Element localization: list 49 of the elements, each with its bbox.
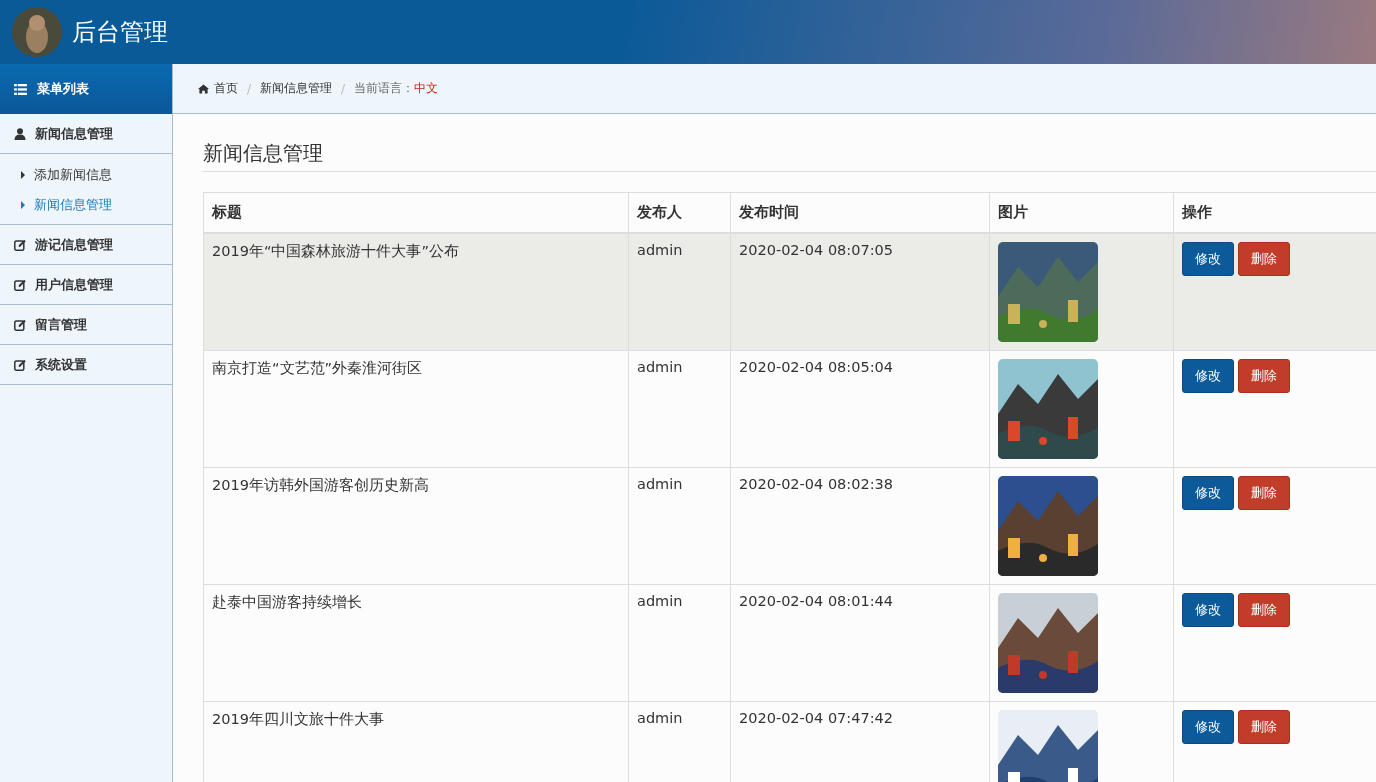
edit-button[interactable]: 修改 [1182,593,1234,627]
delete-button[interactable]: 删除 [1238,710,1290,744]
edit-button[interactable]: 修改 [1182,242,1234,276]
edit-icon [14,278,26,291]
table-cell: admin [628,233,731,351]
breadcrumb-separator: / [247,81,252,96]
table-cell: admin [628,584,731,702]
delete-button[interactable]: 删除 [1238,359,1290,393]
table-cell: 2020-02-04 08:02:38 [730,467,990,585]
app-title: 后台管理 [72,17,168,48]
table-cell: 2019年“中国森林旅游十件大事”公布 [203,233,629,351]
table-cell: 2020-02-04 08:07:05 [730,233,990,351]
breadcrumb-separator: / [341,81,346,96]
table-cell: admin [628,350,731,468]
edit-button[interactable]: 修改 [1182,710,1234,744]
language-value: 中文 [414,80,439,97]
edit-button[interactable]: 修改 [1182,359,1234,393]
breadcrumb-link[interactable]: 首页 [214,80,238,97]
page-title: 新闻信息管理 [203,140,1376,172]
menu-group[interactable]: 系统设置 [0,345,172,385]
table-cell: 2020-02-04 08:01:44 [730,584,990,702]
person-icon [14,127,26,140]
menu-group[interactable]: 游记信息管理 [0,225,172,265]
caret-icon [21,201,25,209]
caret-icon [21,171,25,179]
table-cell: 2019年访韩外国游客创历史新高 [203,467,629,585]
submenu-item[interactable]: 添加新闻信息 [0,160,172,190]
table-cell: admin [628,467,731,585]
home-icon [198,83,209,94]
menu-group[interactable]: 留言管理 [0,305,172,345]
menu-group[interactable]: 新闻信息管理 [0,114,172,154]
breadcrumb-link[interactable]: 新闻信息管理 [260,80,333,97]
edit-icon [14,318,26,331]
submenu-item[interactable]: 新闻信息管理 [0,190,172,220]
avatar-icon [12,7,62,57]
language-label: 当前语言： [354,80,415,97]
menu-heading-text: 菜单列表 [37,80,89,98]
delete-button[interactable]: 删除 [1238,242,1290,276]
edit-button[interactable]: 修改 [1182,476,1234,510]
menu-group[interactable]: 用户信息管理 [0,265,172,305]
table-cell: 南京打造“文艺范”外秦淮河街区 [203,350,629,468]
table-cell: 赴泰中国游客持续增长 [203,584,629,702]
edit-icon [14,358,26,371]
delete-button[interactable]: 删除 [1238,476,1290,510]
edit-icon [14,238,26,251]
list-icon [14,83,27,95]
table-cell: 2019年四川文旅十件大事 [203,701,629,782]
delete-button[interactable]: 删除 [1238,593,1290,627]
table-cell: 2020-02-04 08:05:04 [730,350,990,468]
